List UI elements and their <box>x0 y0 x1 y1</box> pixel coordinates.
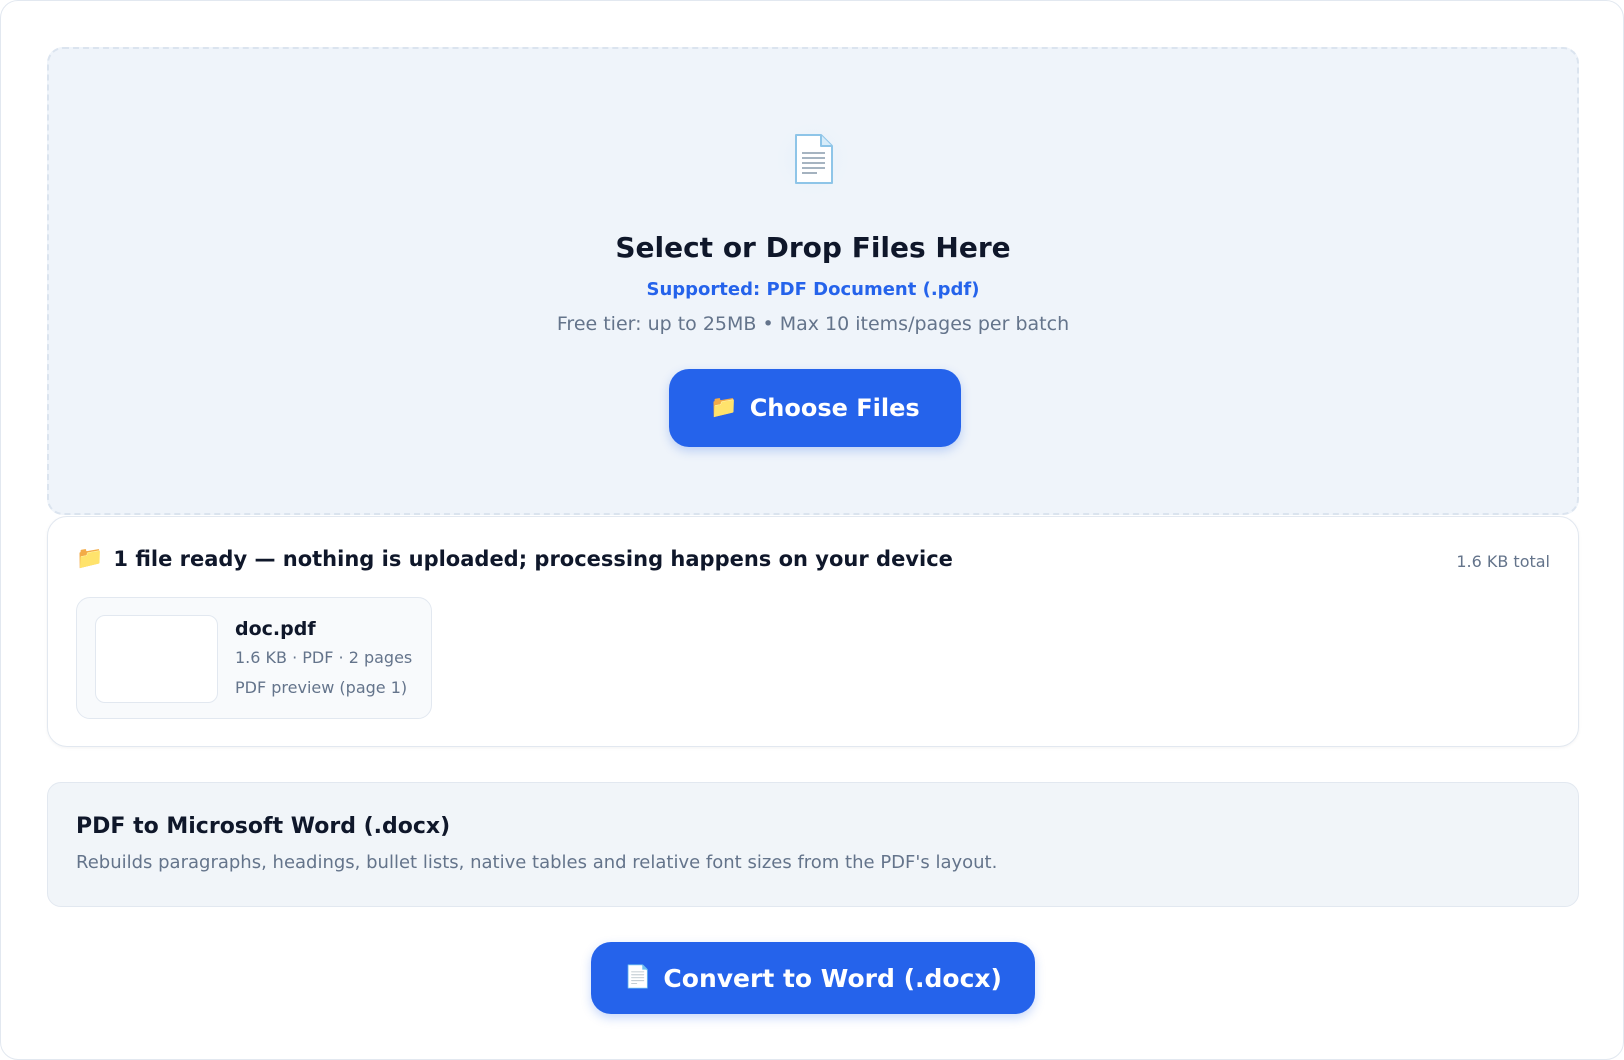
files-total-size: 1.6 KB total <box>1456 552 1550 571</box>
convert-button-label: Convert to Word (.docx) <box>663 963 1002 993</box>
choose-files-button[interactable]: 📁 Choose Files <box>669 369 961 447</box>
conversion-info: PDF to Microsoft Word (.docx) Rebuilds p… <box>47 782 1579 907</box>
document-icon <box>777 123 849 195</box>
folder-icon: 📁 <box>710 395 738 420</box>
convert-button[interactable]: 📄 Convert to Word (.docx) <box>591 942 1035 1014</box>
file-thumbnail <box>95 615 218 703</box>
file-card[interactable]: doc.pdf 1.6 KB · PDF · 2 pages PDF previ… <box>76 597 432 719</box>
app-frame: Select or Drop Files Here Supported: PDF… <box>0 0 1624 1060</box>
tier-limits: Free tier: up to 25MB • Max 10 items/pag… <box>556 313 1070 335</box>
file-meta: 1.6 KB · PDF · 2 pages <box>235 648 413 667</box>
document-icon-graphic <box>795 134 833 184</box>
conversion-title: PDF to Microsoft Word (.docx) <box>76 814 451 839</box>
file-preview-label: PDF preview (page 1) <box>235 678 408 697</box>
files-header-label: 1 file ready — nothing is uploaded; proc… <box>113 547 953 571</box>
files-panel: 📁 1 file ready — nothing is uploaded; pr… <box>47 516 1579 747</box>
dropzone-title: Select or Drop Files Here <box>615 231 1011 264</box>
choose-files-label: Choose Files <box>749 394 920 422</box>
file-name: doc.pdf <box>235 618 316 640</box>
conversion-description: Rebuilds paragraphs, headings, bullet li… <box>76 852 998 873</box>
folder-icon: 📁 <box>76 546 104 571</box>
files-header: 📁 1 file ready — nothing is uploaded; pr… <box>76 547 953 571</box>
file-dropzone[interactable]: Select or Drop Files Here Supported: PDF… <box>47 47 1579 515</box>
supported-formats: Supported: PDF Document (.pdf) <box>646 279 980 300</box>
document-icon: 📄 <box>624 965 652 990</box>
